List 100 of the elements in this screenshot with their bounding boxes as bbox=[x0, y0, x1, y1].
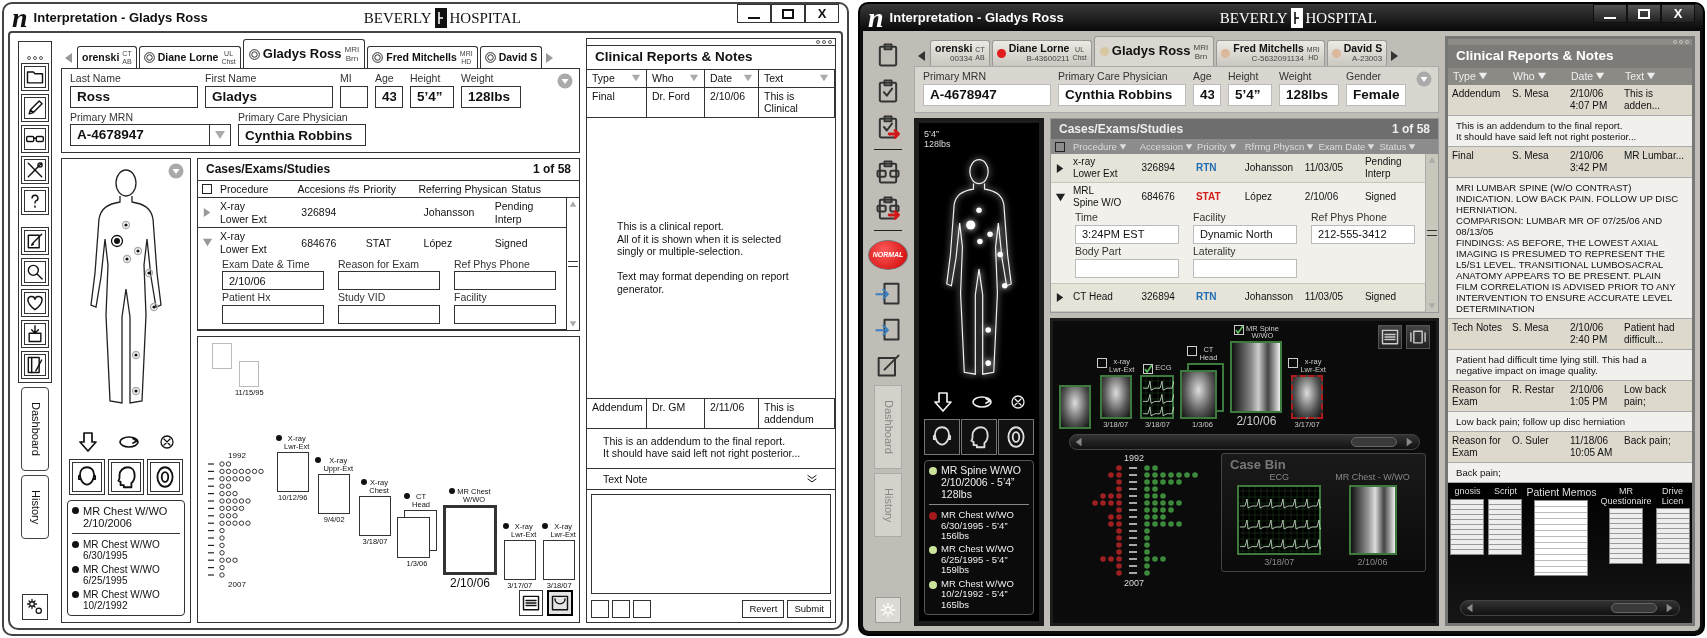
text-field[interactable]: Cynthia Robbins bbox=[238, 124, 366, 147]
carousel-scrollbar[interactable] bbox=[1460, 600, 1680, 616]
image-thumbnail[interactable] bbox=[1099, 374, 1132, 419]
study-item[interactable]: MR Chest W/WO 6/30/1995 bbox=[72, 539, 180, 561]
list-view-button[interactable] bbox=[1378, 324, 1402, 349]
image-thumbnail[interactable] bbox=[397, 510, 437, 558]
column-header[interactable]: Procedure bbox=[220, 182, 294, 196]
image-thumbnail[interactable] bbox=[1230, 341, 1283, 414]
patient-tab[interactable]: David S bbox=[479, 46, 543, 68]
text-field[interactable]: Female bbox=[1346, 83, 1406, 106]
ecg-thumbnail[interactable] bbox=[1140, 374, 1175, 419]
text-field[interactable] bbox=[222, 304, 324, 324]
image-thumbnail[interactable] bbox=[318, 474, 351, 514]
text-field[interactable]: 3:24PM EST bbox=[1075, 224, 1179, 244]
head-side-view-button[interactable] bbox=[961, 419, 997, 456]
text-field[interactable] bbox=[338, 271, 440, 291]
ecg-thumbnail[interactable] bbox=[1237, 485, 1322, 556]
checkbox[interactable] bbox=[1143, 363, 1154, 374]
study-item[interactable]: MR Chest W/WO 10/2/1992 - 5’4” 165lbs bbox=[929, 578, 1029, 610]
image-thumbnail[interactable] bbox=[212, 342, 232, 369]
action-button[interactable]: Revert bbox=[742, 600, 785, 618]
checkbox[interactable] bbox=[1055, 141, 1065, 152]
text-field[interactable] bbox=[340, 85, 368, 108]
report-row[interactable]: Tech Notes S. Mesa 2/10/06 2:40 PM Patient had difficult... bbox=[1448, 319, 1692, 351]
pencil-button[interactable] bbox=[21, 94, 49, 122]
text-field[interactable]: Gladys bbox=[205, 85, 333, 108]
report-row[interactable]: Final Dr. Ford 2/10/06 This is Clinical bbox=[587, 87, 835, 118]
study-item[interactable]: MR Chest W/WO 6/25/1995 - 5’4” 159lbs bbox=[929, 544, 1029, 576]
note-edit-button[interactable] bbox=[21, 227, 49, 255]
blank-button[interactable] bbox=[591, 600, 609, 618]
maximize-button[interactable] bbox=[1627, 4, 1661, 23]
study-item[interactable]: MR Spine W/WO 2/10/2006 - 5’4” 128lbs bbox=[929, 465, 1029, 506]
display-mode-button[interactable] bbox=[22, 594, 48, 620]
glasses-button[interactable] bbox=[21, 125, 49, 153]
close-button[interactable]: X bbox=[1661, 4, 1695, 23]
text-field[interactable] bbox=[454, 271, 556, 291]
column-header[interactable]: Priority bbox=[363, 182, 415, 196]
document-arrow-button[interactable] bbox=[21, 320, 49, 348]
table-row[interactable]: X-ray Lower Ext 684676 STAT López Signed Exam Date & Time 2/10/06 Reason for Exam Ref Phys Phone Patient Hx Study VID Facility bbox=[198, 228, 566, 330]
table-row[interactable]: MRL Spine W/O 684676 STAT López 2/10/06 Signed Time 3:24PM EST Facility Dynamic North Ref Phys Phone 212-555-3412 Body Part Laterality bbox=[1051, 183, 1425, 284]
text-field[interactable]: 128lbs bbox=[1279, 83, 1339, 106]
image-thumbnail[interactable] bbox=[443, 504, 497, 575]
image-thumbnail[interactable] bbox=[359, 496, 391, 536]
scrollbar[interactable] bbox=[1425, 154, 1438, 312]
document-thumbnail[interactable] bbox=[1488, 498, 1523, 555]
text-field[interactable]: 5’4” bbox=[410, 85, 454, 108]
folder-button[interactable] bbox=[21, 63, 49, 91]
text-field[interactable] bbox=[1075, 258, 1179, 278]
text-field[interactable]: Cynthia Robbins bbox=[1058, 83, 1186, 106]
text-field[interactable]: 5’4” bbox=[1228, 83, 1272, 106]
sidebar-tab[interactable]: Dashboard bbox=[21, 387, 49, 471]
column-header[interactable]: Date bbox=[705, 70, 759, 87]
glasses-clipboard-arrow-icon[interactable] bbox=[874, 194, 902, 222]
document-thumbnail[interactable] bbox=[1450, 498, 1485, 555]
heart-button[interactable] bbox=[21, 289, 49, 317]
text-field[interactable]: 43 bbox=[375, 85, 403, 108]
maximize-button[interactable] bbox=[771, 4, 805, 23]
text-field[interactable]: 2/10/06 bbox=[222, 271, 324, 291]
timeline-scrollbar[interactable] bbox=[1069, 433, 1420, 450]
text-field[interactable]: 43 bbox=[1193, 83, 1221, 106]
minimize-button[interactable] bbox=[1593, 4, 1627, 23]
column-header[interactable]: Who bbox=[647, 70, 705, 87]
column-header[interactable]: Type bbox=[587, 70, 647, 87]
curve-view-button[interactable] bbox=[547, 590, 573, 616]
document-thumbnail[interactable] bbox=[1609, 508, 1643, 565]
image-thumbnail[interactable] bbox=[1291, 374, 1324, 419]
text-field[interactable] bbox=[1193, 258, 1297, 278]
blank-button[interactable] bbox=[633, 600, 651, 618]
column-header[interactable]: Status bbox=[511, 182, 575, 196]
table-row[interactable]: X-ray Lower Ext 326894 Johansson Pending Interp bbox=[198, 198, 566, 229]
table-row[interactable]: x-ray Lower Ext 326894 RTN Johansson 11/03/05 Pending Interp bbox=[1051, 154, 1425, 184]
dropdown-field[interactable]: A-4678947 bbox=[70, 124, 210, 147]
film-view-button[interactable] bbox=[1406, 324, 1430, 349]
study-item[interactable]: MR Chest W/WO 6/25/1995 bbox=[72, 564, 180, 586]
minimize-button[interactable] bbox=[737, 4, 771, 23]
study-item[interactable]: MR Chest W/WO 6/30/1995 - 5’4” 156lbs bbox=[929, 510, 1029, 542]
scrollbar[interactable] bbox=[566, 198, 579, 330]
head-top-view-button[interactable] bbox=[147, 458, 184, 495]
image-thumbnail[interactable] bbox=[1180, 362, 1225, 419]
checkbox[interactable] bbox=[202, 183, 212, 194]
action-button[interactable]: Submit bbox=[787, 600, 831, 618]
list-view-button[interactable] bbox=[519, 590, 543, 616]
column-header[interactable]: Referring Physican bbox=[418, 182, 508, 196]
book-pen-button[interactable] bbox=[21, 351, 49, 379]
column-header[interactable]: Accesions #s bbox=[297, 182, 360, 196]
text-field[interactable]: A-4678947 bbox=[923, 83, 1051, 106]
report-row[interactable]: Addendum S. Mesa 2/10/06 4:07 PM This is adden... bbox=[1448, 84, 1692, 116]
close-button[interactable]: X bbox=[805, 4, 839, 23]
column-header[interactable]: Text bbox=[759, 70, 835, 87]
magnifier-button[interactable] bbox=[21, 258, 49, 286]
scroll-thumb[interactable] bbox=[1351, 436, 1397, 447]
image-thumbnail[interactable] bbox=[1059, 384, 1091, 429]
clear-icon[interactable] bbox=[1008, 393, 1027, 412]
report-row[interactable]: Reason for Exam O. Suler 11/18/06 10:05 AM Back pain; bbox=[1448, 432, 1692, 464]
study-item[interactable]: MR Chest W/WO 2/10/2006 bbox=[72, 504, 180, 534]
patient-tab[interactable]: David S A-23003 bbox=[1326, 40, 1388, 66]
document-thumbnail[interactable] bbox=[1534, 500, 1589, 577]
image-thumbnail[interactable] bbox=[503, 540, 536, 580]
dropdown-button[interactable] bbox=[210, 124, 231, 147]
image-thumbnail[interactable] bbox=[543, 540, 576, 580]
